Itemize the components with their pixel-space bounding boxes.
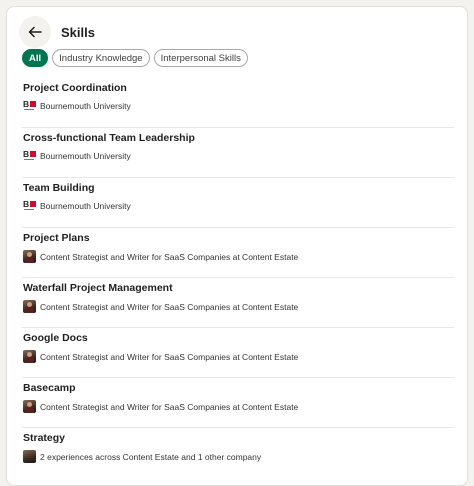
multiple-experiences-logo: [23, 450, 36, 463]
content-estate-logo: [23, 400, 36, 413]
bournemouth-university-logo: B: [23, 99, 36, 112]
arrow-left-icon: [28, 26, 42, 38]
filter-pill-interpersonal-skills[interactable]: Interpersonal Skills: [153, 49, 248, 67]
skill-source-text: Content Strategist and Writer for SaaS C…: [40, 351, 299, 362]
skill-item: Google Docs Content Strategist and Write…: [22, 328, 454, 378]
skill-name[interactable]: Project Coordination: [23, 82, 127, 94]
skill-name[interactable]: Project Plans: [23, 232, 90, 244]
skill-item: Team Building B Bournemouth University: [22, 178, 454, 228]
skill-source: B Bournemouth University: [23, 199, 131, 212]
back-button[interactable]: [19, 16, 51, 48]
skill-item: Strategy 2 experiences across Content Es…: [22, 428, 454, 478]
skill-source-text: Content Strategist and Writer for SaaS C…: [40, 301, 299, 312]
skill-source: B Bournemouth University: [23, 99, 131, 112]
skills-list: Project Coordination B Bournemouth Unive…: [22, 78, 454, 478]
skill-name[interactable]: Basecamp: [23, 382, 76, 394]
skill-item: Basecamp Content Strategist and Writer f…: [22, 378, 454, 428]
skill-name[interactable]: Waterfall Project Management: [23, 282, 173, 294]
skill-name[interactable]: Team Building: [23, 182, 95, 194]
content-estate-logo: [23, 250, 36, 263]
skill-source-text: Bournemouth University: [40, 101, 131, 111]
skill-name[interactable]: Strategy: [23, 432, 65, 444]
header: Skills: [19, 16, 95, 48]
skill-source-text: Content Strategist and Writer for SaaS C…: [40, 251, 299, 262]
skill-item: Waterfall Project Management Content Str…: [22, 278, 454, 328]
filter-pill-industry-knowledge[interactable]: Industry Knowledge: [52, 49, 150, 67]
content-estate-logo: [23, 350, 36, 363]
filter-pill-all[interactable]: All: [22, 49, 49, 67]
skill-source-text: Bournemouth University: [40, 151, 131, 161]
skill-source: Content Strategist and Writer for SaaS C…: [23, 300, 298, 313]
skill-item: Project Coordination B Bournemouth Unive…: [22, 78, 454, 128]
skill-item: Cross-functional Team Leadership B Bourn…: [22, 128, 454, 178]
skill-source-text: Content Strategist and Writer for SaaS C…: [40, 401, 299, 412]
skill-source: Content Strategist and Writer for SaaS C…: [23, 250, 298, 263]
skill-name[interactable]: Google Docs: [23, 332, 88, 344]
skill-source-text: Bournemouth University: [40, 201, 131, 211]
skill-source: 2 experiences across Content Estate and …: [23, 450, 261, 463]
bournemouth-university-logo: B: [23, 199, 36, 212]
bournemouth-university-logo: B: [23, 149, 36, 162]
skill-source: B Bournemouth University: [23, 149, 131, 162]
content-estate-logo: [23, 300, 36, 313]
skill-source: Content Strategist and Writer for SaaS C…: [23, 400, 298, 413]
skill-name[interactable]: Cross-functional Team Leadership: [23, 132, 195, 144]
skill-filter-tabs: All Industry Knowledge Interpersonal Ski…: [22, 49, 248, 67]
skill-source-text: 2 experiences across Content Estate and …: [40, 451, 262, 462]
skills-card: Skills All Industry Knowledge Interperso…: [6, 6, 468, 486]
skill-source: Content Strategist and Writer for SaaS C…: [23, 350, 298, 363]
skill-item: Project Plans Content Strategist and Wri…: [22, 228, 454, 278]
page-title: Skills: [61, 24, 95, 40]
